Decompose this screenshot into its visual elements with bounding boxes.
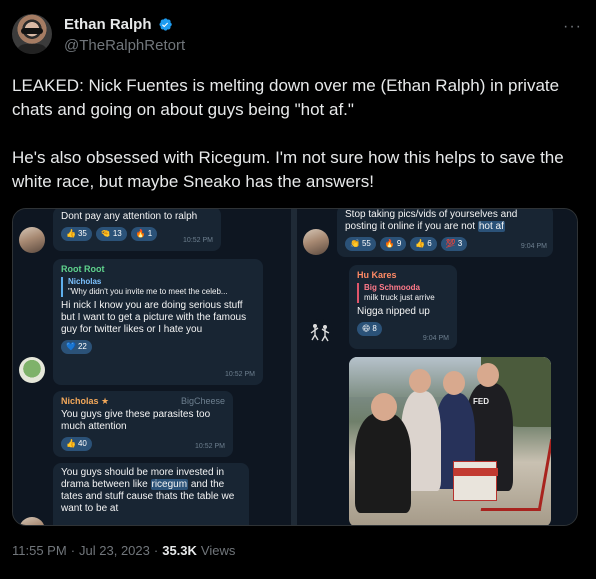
views-label: Views <box>200 543 236 558</box>
chat-message: Dont pay any attention to ralph 👍 35 🤏 13 … <box>53 209 221 251</box>
more-dots-icon[interactable]: ··· <box>563 18 582 36</box>
reaction[interactable]: 💙 22 <box>61 340 92 354</box>
message-time: 9:04 PM <box>520 243 547 250</box>
tweet-date[interactable]: Jul 23, 2023 <box>79 543 150 558</box>
message-text: Dont pay any attention to ralph <box>61 211 198 222</box>
reactions: 👏 55 🔥 9 👍 6 💯 3 <box>345 237 545 251</box>
tweet-time[interactable]: 11:55 PM <box>12 543 67 558</box>
message-text: You guys give these parasites too much a… <box>61 409 211 432</box>
message-time: 9:04 PM <box>422 335 449 342</box>
chat-message: Hu Kares Big Schmooda milk truck just ar… <box>349 265 457 349</box>
meta-separator: · <box>153 543 159 558</box>
reaction[interactable]: 😄 8 <box>357 322 382 336</box>
message-sender: Nicholas ★ <box>61 396 110 406</box>
message-time: 10:52 PM <box>183 237 213 244</box>
tweet-media[interactable]: Dont pay any attention to ralph 👍 35 🤏 13 … <box>12 208 578 526</box>
author-handle[interactable]: @TheRalphRetort <box>64 37 185 54</box>
message-sender: Root Root <box>61 264 105 274</box>
avatar-sunglasses <box>21 28 43 34</box>
chat-message: Stop taking pics/vids of yourselves and … <box>337 209 553 257</box>
reaction[interactable]: 🔥 1 <box>130 227 158 241</box>
views-count[interactable]: 35.3K <box>162 543 197 558</box>
reply-quote: Nicholas "Why didn't you invite me to me… <box>61 277 255 297</box>
message-text: Nigga nipped up <box>357 306 430 317</box>
photo-cooler <box>453 461 498 501</box>
chat-screenshot-left: Dont pay any attention to ralph 👍 35 🤏 13 … <box>13 209 291 525</box>
reaction[interactable]: 👍 35 <box>61 227 92 241</box>
chat-message: Root Root Nicholas "Why didn't you invit… <box>53 259 263 385</box>
meta-separator: · <box>70 543 76 558</box>
avatar-shirt <box>16 44 48 54</box>
tweet-text: LEAKED: Nick Fuentes is melting down ove… <box>12 74 584 194</box>
chat-avatar <box>19 517 45 525</box>
group-photo[interactable]: FED <box>349 357 551 525</box>
sender-tag: BigCheese <box>180 396 225 406</box>
tweet-paragraph-1: LEAKED: Nick Fuentes is melting down ove… <box>12 76 564 119</box>
highlighted-text: hot af <box>477 221 505 232</box>
verified-badge-icon <box>158 18 172 31</box>
tweet-meta: 11:55 PM · Jul 23, 2023 · 35.3K Views <box>12 543 235 558</box>
message-sender-row: Nicholas ★ BigCheese <box>61 395 225 407</box>
message-text: You guys should be more invested in dram… <box>61 467 235 514</box>
reaction[interactable]: 👍 40 <box>61 437 92 451</box>
photo-head <box>443 371 465 395</box>
photo-person <box>355 413 411 513</box>
chat-screenshot-right: Stop taking pics/vids of yourselves and … <box>297 209 577 525</box>
reaction[interactable]: 🔥 9 <box>379 237 407 251</box>
photo-head <box>477 363 499 387</box>
reaction[interactable]: 💯 3 <box>440 237 468 251</box>
message-text: Stop taking pics/vids of yourselves and … <box>345 209 518 232</box>
message-time: 10:52 PM <box>225 371 255 378</box>
chat-avatar <box>19 357 45 383</box>
chat-avatar <box>307 319 333 345</box>
reactions: 💙 22 <box>61 340 255 354</box>
chat-avatar <box>19 227 45 253</box>
reply-text: milk truck just arrive <box>364 293 435 302</box>
message-text: Hi nick I know you are doing serious stu… <box>61 300 247 335</box>
message-sender: Hu Kares <box>357 270 397 280</box>
chat-message: Nicholas ★ BigCheese You guys give these… <box>53 391 233 457</box>
reaction[interactable]: 👏 55 <box>345 237 376 251</box>
dancing-figures-icon <box>310 324 330 342</box>
chat-message: You guys should be more invested in dram… <box>53 463 249 525</box>
reply-quote: Big Schmooda milk truck just arrive <box>357 283 449 303</box>
shirt-text: FED <box>473 397 489 406</box>
photo-head <box>371 393 397 421</box>
tweet-header: Ethan Ralph @TheRalphRetort ··· <box>12 12 584 60</box>
message-time: 10:52 PM <box>195 443 225 450</box>
reply-text: "Why didn't you invite me to meet the ce… <box>68 287 228 296</box>
highlighted-text: ricegum <box>150 479 189 490</box>
author-avatar[interactable] <box>12 14 52 54</box>
reply-name: Nicholas <box>68 277 102 286</box>
chat-avatar <box>303 229 329 255</box>
author-name-row: Ethan Ralph <box>64 16 173 33</box>
photo-head <box>409 369 431 393</box>
reply-name: Big Schmooda <box>364 283 421 292</box>
reaction[interactable]: 🤏 13 <box>95 227 127 241</box>
reaction[interactable]: 👍 6 <box>410 237 437 251</box>
author-name[interactable]: Ethan Ralph <box>64 16 152 33</box>
tweet-paragraph-2: He's also obsessed with Ricegum. I'm not… <box>12 148 569 191</box>
